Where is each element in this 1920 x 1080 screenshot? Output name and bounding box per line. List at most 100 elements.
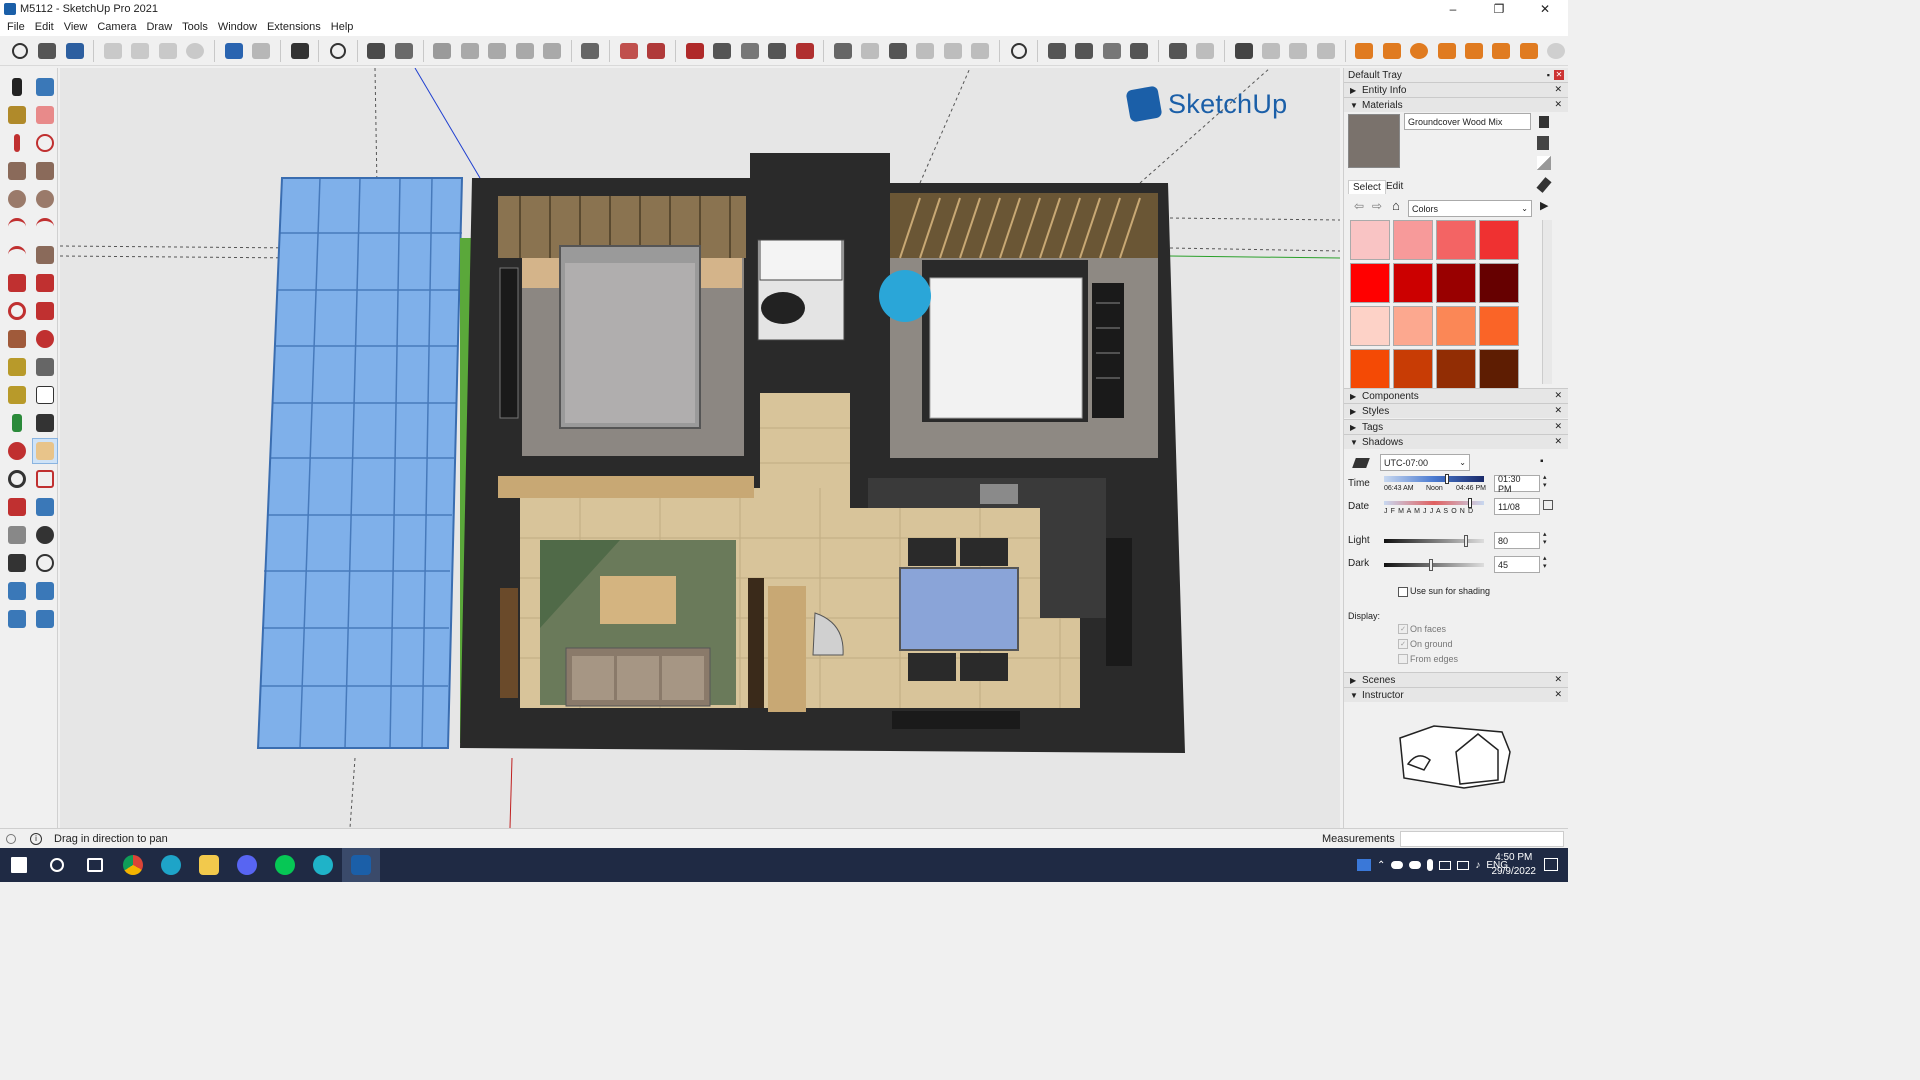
hidden-line-icon[interactable]	[968, 39, 991, 63]
chevron-up-icon[interactable]: ⌃	[1377, 860, 1385, 871]
swatch-scrollbar[interactable]	[1542, 220, 1552, 384]
entity-info-panel[interactable]: ▶ Entity Info ✕	[1344, 82, 1568, 97]
walk-icon[interactable]	[4, 550, 30, 576]
ext-star-icon[interactable]	[1490, 39, 1513, 63]
zoom-extents-icon[interactable]	[392, 39, 415, 63]
solid-intersect-icon[interactable]	[1287, 39, 1310, 63]
color-swatch[interactable]	[1350, 349, 1390, 389]
iso-view-icon[interactable]	[431, 39, 454, 63]
color-swatch[interactable]	[1393, 349, 1433, 389]
search-icon[interactable]	[38, 848, 76, 882]
wireframe-icon[interactable]	[859, 39, 882, 63]
toggle-shadows-icon[interactable]	[1352, 458, 1370, 468]
shadow-details-icon[interactable]: ▪	[1540, 456, 1544, 467]
style-icon[interactable]	[1007, 39, 1030, 63]
polygon-icon[interactable]	[32, 186, 58, 212]
time-slider-track[interactable]	[1384, 474, 1484, 484]
open-folder-icon[interactable]	[35, 39, 58, 63]
text-icon[interactable]	[32, 382, 58, 408]
material-display-icon[interactable]	[1539, 116, 1549, 128]
light-spinner-icon[interactable]: ▴ ▾	[1543, 531, 1547, 547]
taskbar-clock[interactable]: 4:50 PM 29/9/2022	[1492, 851, 1537, 879]
styles-panel[interactable]: ▶ Styles ✕	[1344, 403, 1568, 418]
protractor-icon[interactable]	[4, 382, 30, 408]
three-point-arc-icon[interactable]	[4, 242, 30, 268]
materials-close-icon[interactable]: ✕	[1554, 99, 1562, 110]
menu-view[interactable]: View	[64, 21, 88, 33]
network-icon[interactable]	[1457, 860, 1470, 870]
scale-icon[interactable]	[4, 326, 30, 352]
sandbox-grid-icon[interactable]	[645, 39, 668, 63]
share-icon[interactable]	[1073, 39, 1096, 63]
color-swatch[interactable]	[1350, 220, 1390, 260]
shadows-close-icon[interactable]: ✕	[1554, 436, 1562, 447]
instructor-panel[interactable]: ▼ Instructor ✕	[1344, 687, 1568, 702]
color-swatch[interactable]	[1436, 349, 1476, 389]
offset-icon[interactable]	[32, 326, 58, 352]
cut-icon[interactable]	[101, 39, 124, 63]
arc-icon[interactable]	[4, 214, 30, 240]
edge-icon[interactable]	[152, 848, 190, 882]
scenes-close-icon[interactable]: ✕	[1554, 674, 1562, 685]
eraser-icon[interactable]	[32, 102, 58, 128]
previous-view-icon[interactable]	[32, 494, 58, 520]
light-input[interactable]: 80	[1494, 532, 1540, 549]
zoom-extents-tool-icon[interactable]	[4, 494, 30, 520]
timezone-select[interactable]: UTC-07:00 ⌄	[1380, 454, 1470, 471]
ext-post-icon[interactable]	[1462, 39, 1485, 63]
camera-icon[interactable]	[365, 39, 388, 63]
menu-draw[interactable]: Draw	[146, 21, 172, 33]
color-swatch[interactable]	[1479, 263, 1519, 303]
print-icon[interactable]	[288, 39, 311, 63]
section-plane-icon[interactable]	[683, 39, 706, 63]
texture-icon[interactable]	[765, 39, 788, 63]
time-input[interactable]: 01:30 PM	[1494, 474, 1540, 494]
shaded-icon[interactable]	[886, 39, 909, 63]
select-arrow-icon[interactable]	[4, 74, 30, 100]
ext-building-icon[interactable]	[1353, 39, 1376, 63]
on-faces-checkbox[interactable]: ✓	[1398, 624, 1408, 634]
menu-tools[interactable]: Tools	[182, 21, 208, 33]
info-icon[interactable]: i	[30, 832, 42, 845]
color-swatch[interactable]	[1350, 263, 1390, 303]
light-slider[interactable]	[1384, 535, 1484, 547]
shadows-panel[interactable]: ▼ Shadows ✕	[1344, 434, 1568, 449]
ext-disabled-icon[interactable]	[1545, 39, 1568, 63]
notifications-icon[interactable]	[1544, 858, 1558, 871]
rotated-rectangle-icon[interactable]	[32, 158, 58, 184]
erase-icon[interactable]	[184, 39, 207, 63]
color-swatch[interactable]	[1479, 220, 1519, 260]
dark-slider-thumb[interactable]	[1429, 559, 1433, 571]
entity-info-close-icon[interactable]: ✕	[1554, 84, 1562, 95]
menu-extensions[interactable]: Extensions	[267, 21, 321, 33]
default-material-icon[interactable]	[1537, 156, 1551, 170]
material-name-input[interactable]: Groundcover Wood Mix	[1404, 113, 1531, 130]
sandbox-from-contours-icon[interactable]	[4, 578, 30, 604]
section-plane-tool-icon[interactable]	[32, 550, 58, 576]
monochrome-icon[interactable]	[941, 39, 964, 63]
two-point-arc-icon[interactable]	[32, 214, 58, 240]
dark-spinner-icon[interactable]: ▴ ▾	[1543, 555, 1547, 571]
color-swatch[interactable]	[1436, 263, 1476, 303]
section-cut-icon[interactable]	[710, 39, 733, 63]
ext-roof-icon[interactable]	[1380, 39, 1403, 63]
onedrive-icon[interactable]	[1391, 861, 1404, 869]
rotate-icon[interactable]	[4, 298, 30, 324]
orbit-icon[interactable]	[4, 438, 30, 464]
save-icon[interactable]	[63, 39, 86, 63]
pan-hand-icon[interactable]	[32, 438, 58, 464]
make-component-icon[interactable]	[32, 74, 58, 100]
zoom-icon[interactable]	[4, 466, 30, 492]
new-file-icon[interactable]	[8, 39, 31, 63]
dimension-icon[interactable]	[32, 354, 58, 380]
close-button[interactable]: ✕	[1522, 0, 1568, 18]
send-layout-icon[interactable]	[1193, 39, 1216, 63]
sketchup-taskbar-icon[interactable]	[342, 848, 380, 882]
library-select[interactable]: Colors ⌄	[1408, 200, 1532, 217]
components-panel[interactable]: ▶ Components ✕	[1344, 388, 1568, 403]
look-around-icon[interactable]	[32, 522, 58, 548]
sample-paint-icon[interactable]	[1536, 177, 1552, 193]
details-arrow-icon[interactable]: ▶	[1540, 199, 1548, 212]
flip-icon[interactable]	[793, 39, 816, 63]
line-pencil-icon[interactable]	[4, 130, 30, 156]
